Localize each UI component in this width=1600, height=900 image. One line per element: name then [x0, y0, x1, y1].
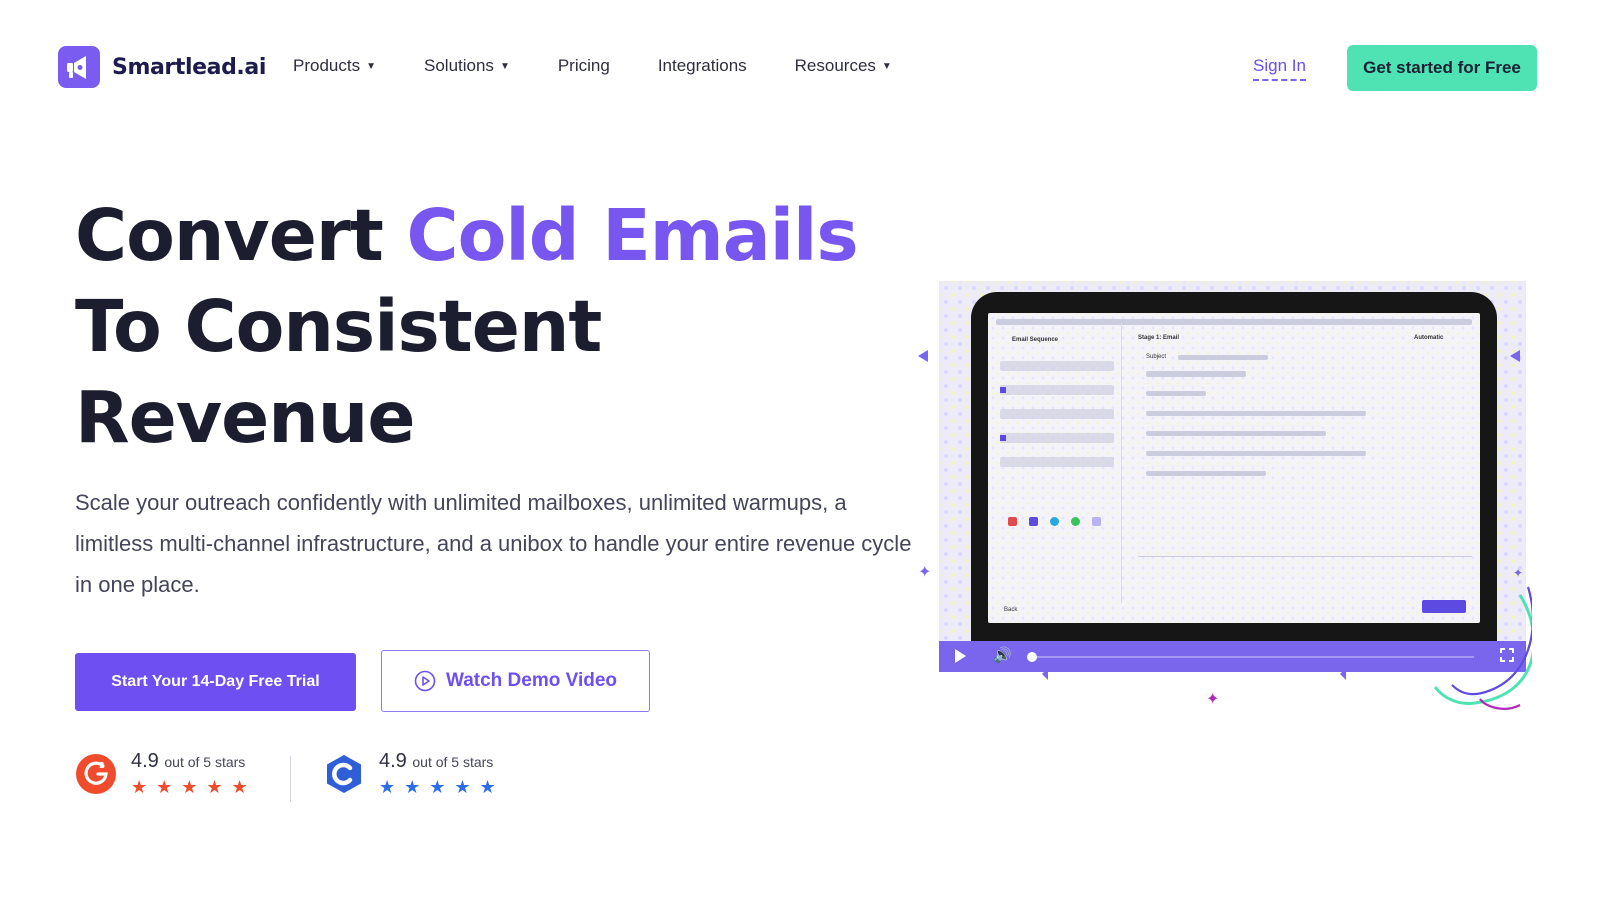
nav-item-pricing[interactable]: Pricing: [558, 56, 610, 76]
brand-name: Smartlead.ai: [112, 55, 266, 80]
decor-triangle: [918, 350, 928, 362]
nav-item-label: Integrations: [658, 56, 747, 76]
app-screenshot: Email Sequence Stage 1: Email Automatic …: [988, 313, 1480, 623]
video-progress-knob[interactable]: [1027, 652, 1037, 662]
nav-item-label: Pricing: [558, 56, 610, 76]
nav-item-integrations[interactable]: Integrations: [658, 56, 747, 76]
svg-text:2: 2: [99, 761, 105, 770]
play-circle-icon: [414, 670, 436, 692]
sequence-step: [1000, 457, 1114, 467]
sequence-step: [1000, 361, 1114, 371]
nav-item-label: Solutions: [424, 56, 494, 76]
sequence-panel: Email Sequence: [996, 323, 1122, 603]
watch-demo-label: Watch Demo Video: [446, 670, 617, 692]
editor-line: [1146, 391, 1206, 396]
editor-line: [1146, 471, 1266, 476]
laptop-mockup: Email Sequence Stage 1: Email Automatic …: [971, 292, 1497, 641]
rating-capterra: 4.9 out of 5 stars ★★★★★: [323, 750, 505, 798]
rating-text: 4.9 out of 5 stars ★★★★★: [131, 750, 257, 798]
editor-line: [1146, 411, 1366, 416]
hero-title-line2: To Consistent: [75, 285, 601, 368]
rating-text: 4.9 out of 5 stars ★★★★★: [379, 750, 505, 798]
stage-label: Stage 1: Email: [1138, 335, 1179, 341]
volume-icon[interactable]: 🔊: [993, 646, 1012, 664]
email-icon: [1008, 517, 1017, 526]
nav-item-label: Products: [293, 56, 360, 76]
decor-triangle: [1510, 350, 1520, 362]
mode-label: Automatic: [1414, 335, 1443, 341]
rating-g2: 2 4.9 out of 5 stars ★★★★★: [75, 750, 257, 798]
editor-toolbar: [1146, 371, 1246, 377]
get-started-button[interactable]: Get started for Free: [1347, 45, 1537, 91]
nav-item-label: Resources: [795, 56, 876, 76]
chevron-down-icon: ▼: [882, 61, 892, 72]
channel-icons: [1008, 517, 1101, 526]
sequence-label: Email Sequence: [1012, 337, 1058, 343]
rating-score: 4.9: [131, 750, 159, 772]
editor-divider: [1138, 556, 1472, 557]
brand-logo[interactable]: Smartlead.ai: [58, 46, 266, 88]
whatsapp-icon: [1071, 517, 1080, 526]
hero-title-part1: Convert: [75, 194, 407, 277]
rating-suffix: out of 5 stars: [164, 754, 245, 770]
sequence-step: [1000, 385, 1114, 395]
decor-triangle: [1340, 668, 1346, 680]
rating-suffix: out of 5 stars: [412, 754, 493, 770]
capterra-logo-icon: [323, 753, 365, 795]
decor-curves: [1420, 575, 1532, 715]
editor-line: [1146, 431, 1326, 436]
sparkle-icon: ✦: [1206, 692, 1219, 708]
rating-score: 4.9: [379, 750, 407, 772]
decor-triangle: [1042, 668, 1048, 680]
video-progress-track[interactable]: [1031, 656, 1474, 658]
nav-item-solutions[interactable]: Solutions ▼: [424, 56, 510, 76]
watch-demo-button[interactable]: Watch Demo Video: [381, 650, 650, 712]
back-label: Back: [1004, 607, 1017, 613]
star-rating: ★★★★★: [131, 777, 257, 798]
hero-title-line3: Revenue: [75, 376, 415, 459]
start-free-trial-button[interactable]: Start Your 14-Day Free Trial: [75, 653, 356, 711]
sms-icon: [1092, 517, 1101, 526]
star-rating: ★★★★★: [379, 777, 505, 798]
linkedin-icon: [1029, 517, 1038, 526]
main-nav: Products ▼ Solutions ▼ Pricing Integrati…: [293, 56, 892, 76]
subject-label: Subject: [1146, 354, 1166, 360]
nav-item-resources[interactable]: Resources ▼: [795, 56, 892, 76]
site-header: Smartlead.ai Products ▼ Solutions ▼ Pric…: [0, 0, 1600, 135]
play-icon[interactable]: [955, 649, 966, 663]
nav-item-products[interactable]: Products ▼: [293, 56, 376, 76]
ratings-divider: [290, 756, 291, 802]
hero-title: Convert Cold Emails To Consistent Revenu…: [75, 190, 858, 463]
g2-logo-icon: 2: [75, 753, 117, 795]
sign-in-link[interactable]: Sign In: [1253, 56, 1306, 81]
sequence-step: [1000, 433, 1114, 443]
sequence-step: [1000, 409, 1114, 419]
telegram-icon: [1050, 517, 1059, 526]
megaphone-logo-icon: [58, 46, 100, 88]
sparkle-icon: ✦: [918, 565, 931, 581]
chevron-down-icon: ▼: [366, 61, 376, 72]
subject-field: [1178, 355, 1268, 360]
hero-title-accent: Cold Emails: [407, 194, 858, 277]
hero-subtitle: Scale your outreach confidently with unl…: [75, 482, 915, 605]
editor-line: [1146, 451, 1366, 456]
chevron-down-icon: ▼: [500, 61, 510, 72]
